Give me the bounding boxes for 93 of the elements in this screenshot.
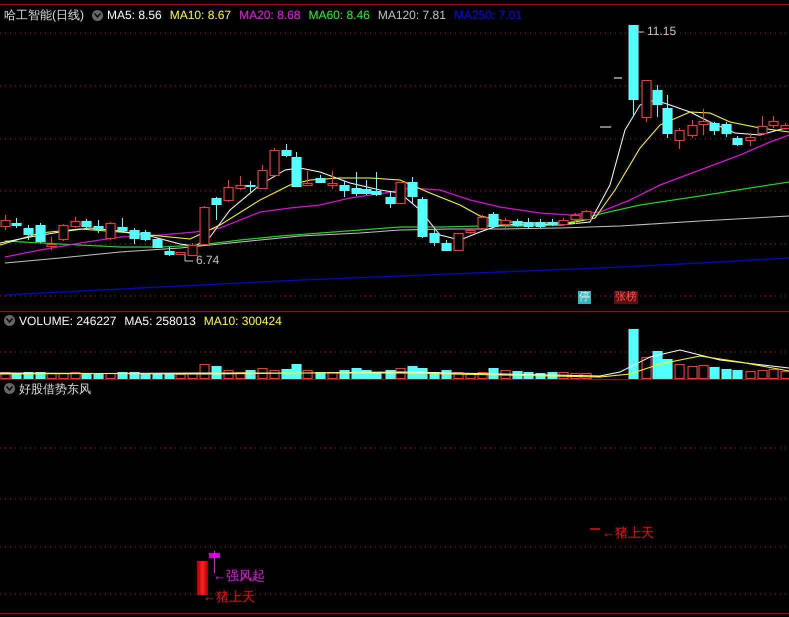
volume-bar [340, 370, 350, 379]
candlestick [94, 220, 104, 234]
signal-bar [197, 561, 208, 595]
price-label: 11.15 [647, 25, 676, 37]
volume-label: MA10: 300424 [204, 312, 282, 330]
candlestick [430, 228, 440, 246]
candlestick [82, 218, 92, 230]
candlestick [688, 120, 698, 138]
candlestick [674, 128, 684, 150]
candlestick [340, 180, 350, 198]
candlestick [652, 84, 662, 118]
candlestick [118, 218, 128, 234]
candlestick [328, 170, 338, 190]
moving-average-label: MA250: 7.01 [454, 7, 522, 24]
candlestick [236, 176, 246, 190]
candlestick [466, 228, 476, 234]
candlestick [70, 216, 80, 228]
candlestick [524, 218, 534, 228]
candlestick [488, 212, 498, 228]
candlestick [224, 180, 234, 202]
volume-bar [698, 365, 708, 379]
volume-bar [652, 351, 662, 379]
volume-bar [768, 369, 778, 379]
candlestick [152, 238, 162, 248]
signal-label: ←猪上天 [602, 526, 654, 539]
arrow-icon [635, 25, 645, 35]
arrow-icon [184, 254, 194, 264]
signal-label: ←强风起 [213, 569, 265, 582]
candlestick [582, 210, 592, 220]
signal-label: ←猪上天 [203, 590, 255, 603]
signal-candle-drawing [209, 550, 220, 574]
candlestick [188, 242, 198, 256]
candlestick [662, 94, 672, 138]
candlestick [536, 218, 546, 228]
volume-bar [688, 366, 698, 379]
volume-bar [642, 357, 652, 379]
candlestick [512, 218, 522, 228]
volume-bar [732, 370, 742, 379]
moving-average-label: MA5: 8.56 [107, 7, 162, 24]
volume-bar [536, 373, 546, 379]
volume-bar [106, 373, 116, 379]
candlestick [130, 228, 140, 244]
candlestick [386, 192, 396, 208]
volume-bar [662, 359, 672, 379]
volume-bar [710, 367, 720, 379]
candlestick [246, 180, 256, 192]
candlestick [570, 212, 580, 224]
moving-average-label: MA10: 8.67 [170, 7, 232, 24]
volume-label: MA5: 258013 [124, 312, 196, 330]
candlestick [396, 182, 406, 204]
indicator-title: 好股借势东风 [19, 380, 91, 398]
candlestick [106, 222, 116, 240]
candlestick [454, 232, 464, 251]
dropdown-icon[interactable] [4, 315, 15, 326]
candlestick [258, 164, 268, 189]
volume-bar [352, 368, 362, 379]
volume-bar [780, 371, 789, 379]
volume-label: VOLUME: 246227 [19, 312, 116, 330]
volume-bar [722, 369, 732, 379]
candlestick [746, 132, 756, 146]
volume-bar [94, 374, 104, 379]
signal-mark [590, 528, 600, 530]
volume-bar [188, 373, 198, 379]
stock-tag: 张榜 [614, 291, 638, 304]
volume-bar [152, 374, 162, 379]
candlestick [140, 230, 150, 242]
price-tick-mark [600, 126, 612, 128]
candlestick [500, 218, 510, 228]
candlestick [200, 206, 210, 245]
dropdown-icon[interactable] [4, 383, 15, 394]
moving-average-label: MA120: 7.81 [378, 7, 446, 24]
stock-tag: 停 [578, 291, 591, 304]
moving-average-label: MA60: 8.46 [308, 7, 370, 24]
candlestick [478, 214, 488, 230]
chart-title: 哈工智能(日线) [4, 7, 84, 24]
volume-bar [466, 373, 476, 379]
price-label: 6.74 [196, 254, 220, 266]
candlestick [642, 80, 652, 122]
moving-average-label: MA20: 8.68 [239, 7, 300, 24]
volume-bar [58, 373, 68, 379]
volume-bar [746, 371, 756, 379]
candlestick [58, 224, 68, 242]
candlestick [442, 240, 452, 252]
candlestick [780, 122, 789, 130]
candlestick [558, 218, 568, 226]
volume-bar [674, 364, 684, 379]
candlestick [316, 174, 326, 184]
volume-bar [758, 370, 768, 379]
candlestick [270, 148, 280, 176]
candlestick [24, 224, 34, 240]
dropdown-icon[interactable] [92, 10, 103, 20]
volume-bar [628, 329, 638, 379]
candlestick [212, 196, 222, 220]
